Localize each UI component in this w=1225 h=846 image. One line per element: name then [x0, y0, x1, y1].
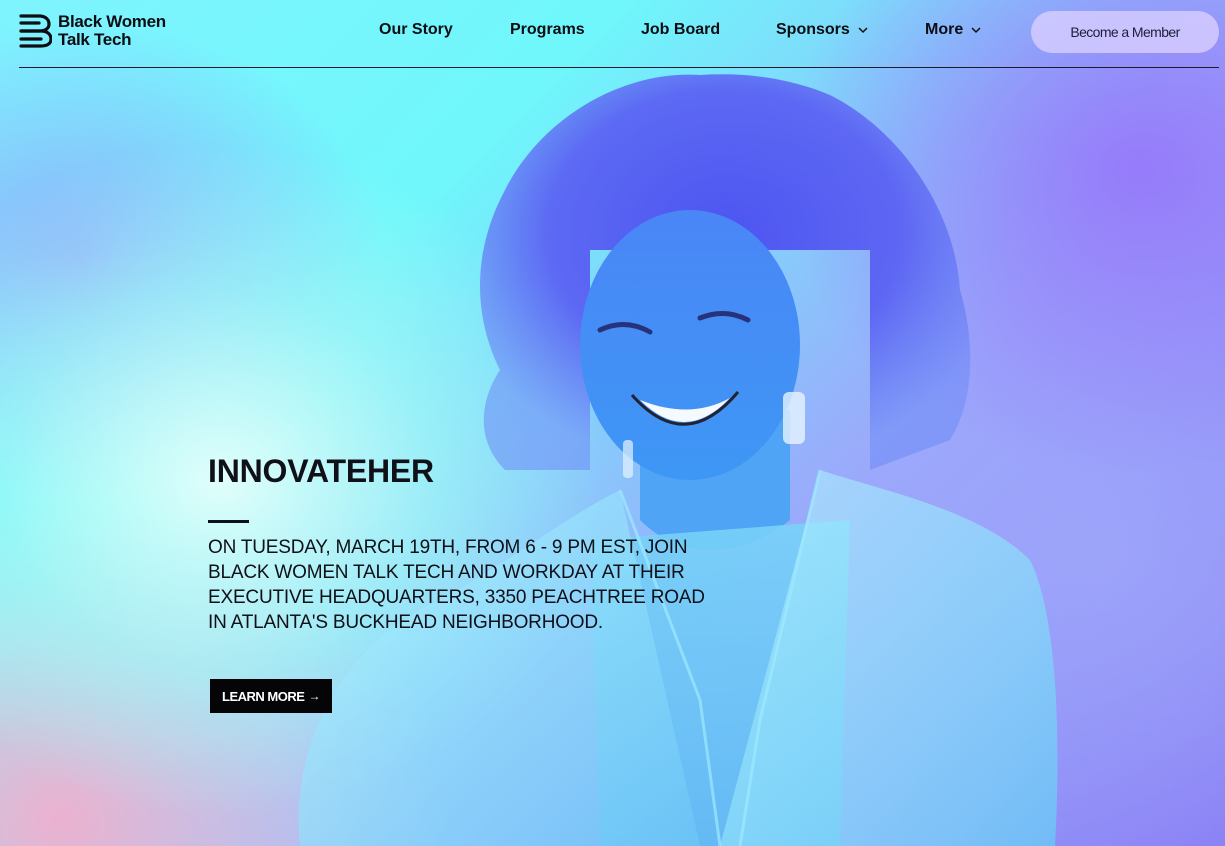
learn-more-button[interactable]: LEARN MORE →	[210, 679, 332, 713]
learn-more-label: LEARN MORE	[222, 688, 305, 704]
nav-job-board[interactable]: Job Board	[641, 21, 720, 39]
hero-content: INNOVATEHER ON TUESDAY, MARCH 19TH, FROM…	[208, 452, 728, 635]
become-member-button[interactable]: Become a Member	[1031, 11, 1219, 53]
nav-sponsors-label: Sponsors	[776, 21, 850, 38]
hero-description: ON TUESDAY, MARCH 19TH, FROM 6 - 9 PM ES…	[208, 537, 705, 633]
arrow-right-icon: →	[308, 689, 320, 703]
brand-b-mark-icon	[19, 14, 52, 48]
nav-programs[interactable]: Programs	[510, 21, 585, 39]
site-header: Black Women Talk Tech Our Story Programs…	[19, 0, 1219, 68]
brand-line-1: Black Women	[58, 12, 166, 31]
hero-title-underline	[208, 520, 249, 523]
brand-line-2: Talk Tech	[58, 30, 132, 49]
brand-logo[interactable]: Black Women Talk Tech	[19, 13, 166, 49]
nav-more-label: More	[925, 21, 964, 38]
hero-portrait-image	[298, 74, 1058, 846]
chevron-down-icon	[971, 27, 981, 34]
header-divider	[19, 67, 1219, 68]
hero-title: INNOVATEHER	[208, 453, 434, 489]
chevron-down-icon	[858, 27, 868, 34]
nav-our-story[interactable]: Our Story	[379, 21, 453, 39]
brand-wordmark: Black Women Talk Tech	[58, 13, 166, 49]
nav-sponsors[interactable]: Sponsors	[776, 21, 868, 39]
nav-more[interactable]: More	[925, 21, 981, 39]
